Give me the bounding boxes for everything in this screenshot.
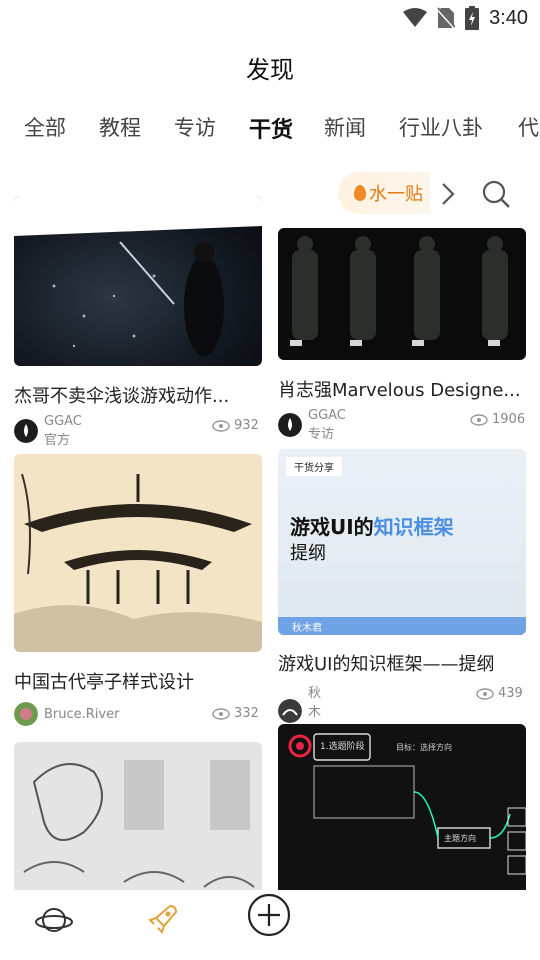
status-bar: 3:40 xyxy=(0,0,540,36)
author-avatar xyxy=(278,698,302,723)
article-title[interactable]: 游戏UI的知识框架——提纲 xyxy=(278,650,526,676)
article-title[interactable]: 杰哥不卖伞浅谈游戏动作... xyxy=(14,382,262,408)
plus-icon[interactable] xyxy=(246,892,292,938)
view-count-value: 932 xyxy=(234,418,259,433)
chevron-right-icon[interactable] xyxy=(436,180,460,208)
view-count: 332 xyxy=(212,706,259,721)
article-author[interactable]: GGAC官方 xyxy=(14,414,82,448)
category-tabs: 全部 教程 专访 干货 新闻 行业八卦 代 xyxy=(0,112,540,152)
eye-icon xyxy=(212,419,230,432)
article-thumbnail[interactable]: 1.选题阶段 目标：选择方向 主题方向 xyxy=(278,724,526,900)
view-count: 1906 xyxy=(470,412,525,427)
promo-label: 水一贴 xyxy=(369,184,423,205)
status-time: 3:40 xyxy=(489,6,528,29)
eye-icon xyxy=(212,707,230,720)
view-count-value: 1906 xyxy=(492,412,526,427)
flame-icon xyxy=(354,185,366,201)
planet-icon[interactable] xyxy=(34,904,74,936)
article-author[interactable]: GGAC专访 xyxy=(278,408,346,442)
author-avatar xyxy=(14,419,38,443)
author-avatar xyxy=(14,702,38,726)
article-title[interactable]: 中国古代亭子样式设计 xyxy=(14,668,262,694)
tab-more[interactable]: 代 xyxy=(518,112,539,142)
tab-tutorial[interactable]: 教程 xyxy=(99,112,141,142)
article-title[interactable]: 肖志强Marvelous Designe... xyxy=(278,376,526,402)
article-thumbnail[interactable] xyxy=(14,742,262,902)
bottom-navigation xyxy=(0,890,540,960)
author-name: Bruce.River xyxy=(44,706,120,722)
post-promo-button[interactable]: 水一贴 xyxy=(338,172,430,214)
thumbnail-subheadline: 提纲 xyxy=(290,543,326,564)
thumbnail-tag: 干货分享 xyxy=(286,457,342,476)
tab-news[interactable]: 新闻 xyxy=(324,112,366,142)
thumbnail-badge: 1.选题阶段 xyxy=(320,742,365,752)
page-title: 发现 xyxy=(246,56,294,84)
no-sim-icon xyxy=(437,7,456,29)
rocket-icon[interactable] xyxy=(146,902,180,936)
tab-dry-goods[interactable]: 干货 xyxy=(249,112,293,144)
thumbnail-top-text: 目标：选择方向 xyxy=(396,743,452,752)
eye-icon xyxy=(470,413,488,426)
thumbnail-headline: 游戏UI的知识框架 xyxy=(290,515,454,539)
view-count-value: 332 xyxy=(234,706,259,721)
eye-icon xyxy=(476,687,494,700)
status-icons: 3:40 xyxy=(403,6,528,30)
article-thumbnail[interactable] xyxy=(14,196,262,366)
author-name: GGAC官方 xyxy=(44,414,82,448)
author-name: GGAC专访 xyxy=(308,408,346,442)
author-avatar xyxy=(278,413,302,437)
tab-interview[interactable]: 专访 xyxy=(174,112,216,142)
battery-icon xyxy=(465,6,480,30)
article-thumbnail[interactable] xyxy=(278,228,526,360)
wifi-icon xyxy=(403,8,428,27)
search-icon[interactable] xyxy=(480,178,512,210)
view-count: 439 xyxy=(476,686,523,701)
view-count: 932 xyxy=(212,418,259,433)
tab-all[interactable]: 全部 xyxy=(24,112,66,142)
article-author[interactable]: Bruce.River xyxy=(14,702,119,726)
thumbnail-box-text: 主题方向 xyxy=(444,834,476,843)
thumbnail-footer: 秋木君 xyxy=(278,617,526,635)
tab-industry-gossip[interactable]: 行业八卦 xyxy=(399,112,483,142)
article-thumbnail[interactable] xyxy=(14,454,262,652)
article-thumbnail[interactable]: 干货分享 游戏UI的知识框架 提纲 秋木君 xyxy=(278,449,526,635)
view-count-value: 439 xyxy=(498,686,523,701)
